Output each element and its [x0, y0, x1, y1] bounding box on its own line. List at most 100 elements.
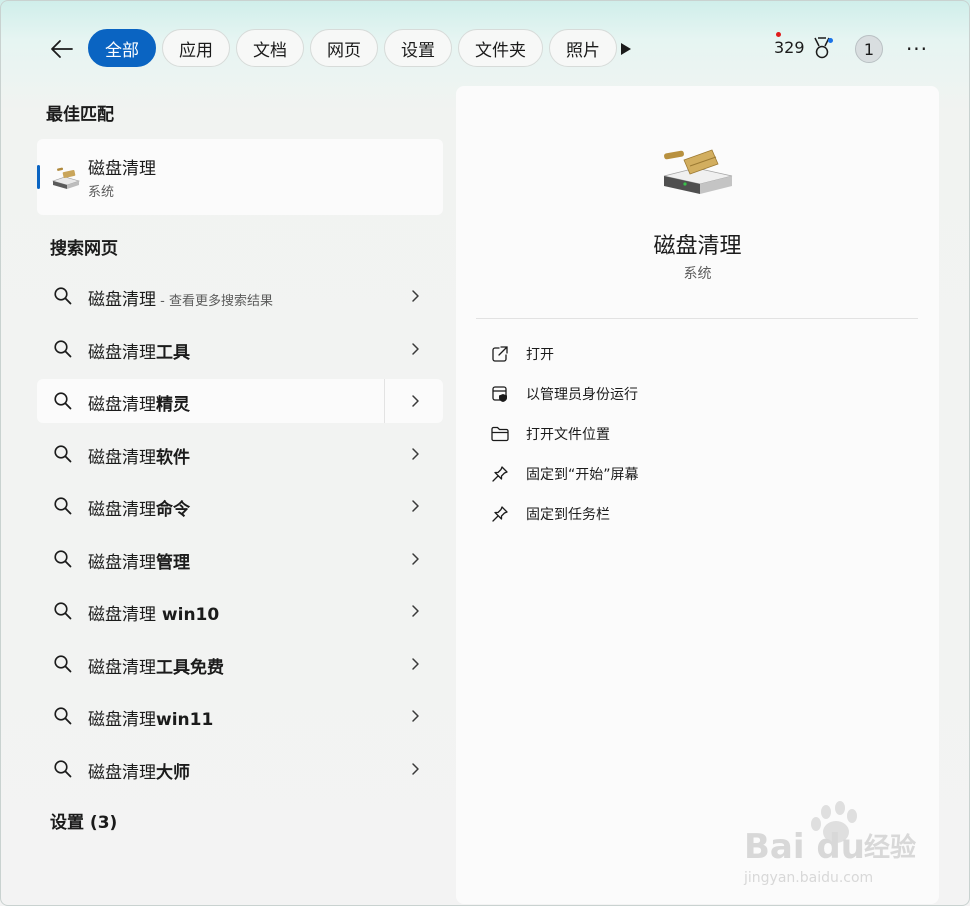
search-icon — [54, 707, 72, 725]
open-external-icon — [490, 344, 510, 364]
rewards-points[interactable]: 329 — [774, 38, 805, 57]
admin-shield-icon — [490, 384, 510, 404]
query-prefix: 磁盘清理 — [88, 448, 156, 468]
chevron-right-icon[interactable] — [407, 446, 423, 462]
query-prefix: 磁盘清理 — [88, 290, 156, 310]
folder-icon — [490, 424, 510, 444]
search-icon — [54, 655, 72, 673]
query-prefix: 磁盘清理 — [88, 500, 156, 520]
disk-cleanup-large-icon — [663, 149, 733, 194]
chevron-right-icon[interactable] — [407, 603, 423, 619]
notification-dot — [776, 32, 781, 37]
query-prefix: 磁盘清理 — [88, 658, 156, 678]
action-label: 打开文件位置 — [526, 427, 610, 443]
query-suggestion: 大师 — [156, 763, 190, 783]
preview-pane: 磁盘清理 系统 打开 以管理员身份运行 打开文件位置 固定到“开始”屏幕 固定到… — [456, 86, 939, 904]
filter-tab-folders[interactable]: 文件夹 — [458, 29, 543, 67]
search-icon — [54, 392, 72, 410]
web-search-row[interactable]: 磁盘清理软件 — [37, 432, 443, 476]
filter-tab-web[interactable]: 网页 — [310, 29, 378, 67]
filter-tabs: 全部 应用 文档 网页 设置 文件夹 照片 — [88, 29, 617, 69]
web-search-text: 磁盘清理大师 — [88, 758, 190, 783]
search-icon — [54, 497, 72, 515]
web-search-row[interactable]: 磁盘清理工具 — [37, 327, 443, 371]
action-open[interactable]: 打开 — [490, 340, 554, 368]
web-search-text: 磁盘清理 - 查看更多搜索结果 — [88, 285, 273, 310]
web-search-text: 磁盘清理命令 — [88, 495, 190, 520]
watermark-cn: 经验 — [864, 832, 916, 863]
settings-section-heading[interactable]: 设置 (3) — [50, 808, 117, 833]
chevron-right-icon[interactable] — [407, 656, 423, 672]
best-match-item[interactable]: 磁盘清理 系统 — [37, 139, 443, 215]
web-search-heading: 搜索网页 — [50, 239, 118, 259]
chevron-right-icon[interactable] — [407, 341, 423, 357]
action-label: 以管理员身份运行 — [526, 387, 638, 403]
web-search-row[interactable]: 磁盘清理win11 — [37, 694, 443, 738]
filter-tab-all[interactable]: 全部 — [88, 29, 156, 67]
action-label: 打开 — [526, 347, 554, 363]
query-prefix: 磁盘清理 — [88, 763, 156, 783]
query-suggestion: 工具 — [156, 343, 190, 363]
search-icon — [54, 760, 72, 778]
selection-indicator — [37, 165, 40, 189]
query-suggestion: win11 — [156, 710, 214, 730]
search-icon — [54, 602, 72, 620]
avatar[interactable]: 1 — [855, 35, 883, 63]
back-button[interactable] — [48, 36, 76, 62]
search-icon — [54, 340, 72, 358]
more-filters-button[interactable] — [614, 38, 638, 60]
web-search-text: 磁盘清理 win10 — [88, 600, 219, 625]
watermark-brand: Bai du — [744, 827, 865, 867]
web-search-text: 磁盘清理win11 — [88, 705, 213, 730]
web-search-row[interactable]: 磁盘清理管理 — [37, 537, 443, 581]
action-label: 固定到任务栏 — [526, 507, 610, 523]
query-suggestion: 软件 — [156, 448, 190, 468]
chevron-right-icon[interactable] — [407, 761, 423, 777]
action-run-as-admin[interactable]: 以管理员身份运行 — [490, 380, 638, 408]
badge-dot — [828, 38, 833, 43]
action-open-file-location[interactable]: 打开文件位置 — [490, 420, 610, 448]
web-search-row[interactable]: 磁盘清理精灵 — [37, 379, 443, 423]
query-suggestion: 管理 — [156, 553, 190, 573]
query-prefix: 磁盘清理 — [88, 710, 156, 730]
chevron-right-icon[interactable] — [407, 288, 423, 304]
disk-cleanup-icon — [51, 167, 81, 189]
pin-icon — [490, 504, 510, 524]
best-match-subtitle: 系统 — [88, 185, 115, 200]
more-options-button[interactable]: ··· — [904, 37, 930, 61]
query-suggestion: 工具免费 — [156, 658, 224, 678]
chevron-right-icon[interactable] — [407, 708, 423, 724]
preview-subtitle: 系统 — [683, 266, 712, 282]
web-search-text: 磁盘清理软件 — [88, 443, 190, 468]
web-search-row[interactable]: 磁盘清理大师 — [37, 747, 443, 791]
query-suggestion: win10 — [156, 605, 220, 625]
web-search-row[interactable]: 磁盘清理 win10 — [37, 589, 443, 633]
web-search-row[interactable]: 磁盘清理命令 — [37, 484, 443, 528]
query-prefix: 磁盘清理 — [88, 605, 156, 625]
search-icon — [54, 445, 72, 463]
query-suggestion: 命令 — [156, 500, 190, 520]
web-search-text: 磁盘清理管理 — [88, 548, 190, 573]
filter-tab-settings[interactable]: 设置 — [384, 29, 452, 67]
top-bar: 全部 应用 文档 网页 设置 文件夹 照片 329 1 ··· — [0, 0, 970, 96]
chevron-right-icon[interactable] — [407, 393, 423, 409]
action-pin-to-start[interactable]: 固定到“开始”屏幕 — [490, 460, 639, 488]
query-suggestion: 精灵 — [156, 395, 190, 415]
query-hint: - 查看更多搜索结果 — [156, 294, 273, 309]
search-icon — [54, 550, 72, 568]
best-match-heading: 最佳匹配 — [46, 105, 114, 125]
web-search-row[interactable]: 磁盘清理 - 查看更多搜索结果 — [37, 274, 443, 318]
preview-title: 磁盘清理 — [653, 234, 742, 259]
action-pin-to-taskbar[interactable]: 固定到任务栏 — [490, 500, 610, 528]
filter-tab-photos[interactable]: 照片 — [549, 29, 617, 67]
search-icon — [54, 287, 72, 305]
query-prefix: 磁盘清理 — [88, 343, 156, 363]
filter-tab-apps[interactable]: 应用 — [162, 29, 230, 67]
web-search-row[interactable]: 磁盘清理工具免费 — [37, 642, 443, 686]
pin-icon — [490, 464, 510, 484]
chevron-right-icon[interactable] — [407, 498, 423, 514]
chevron-right-icon[interactable] — [407, 551, 423, 567]
web-search-text: 磁盘清理工具免费 — [88, 653, 224, 678]
web-search-text: 磁盘清理精灵 — [88, 390, 190, 415]
filter-tab-documents[interactable]: 文档 — [236, 29, 304, 67]
